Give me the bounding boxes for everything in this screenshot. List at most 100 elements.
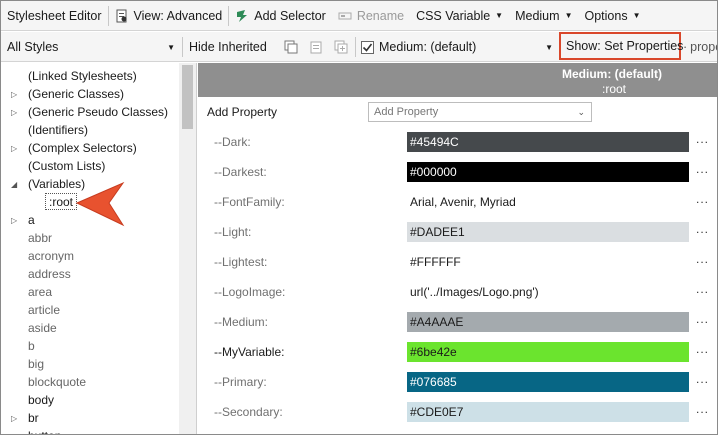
properties-header: Medium: (default) :root xyxy=(198,63,717,97)
property-name: --Dark: xyxy=(214,135,251,149)
hide-inherited-button[interactable]: Hide Inherited xyxy=(189,32,267,62)
options-menu[interactable]: Options ▼ xyxy=(578,1,646,31)
more-options-button[interactable]: ... xyxy=(696,282,709,296)
property-name: --Secondary: xyxy=(214,405,283,419)
tree-item[interactable]: big xyxy=(28,355,44,373)
show-set-properties-button[interactable]: Show: Set Properties xyxy=(559,32,684,60)
caret-down-icon: ▼ xyxy=(564,11,573,20)
filter-toolbar: All Styles ▼ Hide Inherited Medium: (def… xyxy=(1,32,717,62)
tree-item[interactable]: ▷ br xyxy=(11,409,39,427)
tree-item[interactable]: aside xyxy=(28,319,57,337)
expand-icon[interactable]: ▷ xyxy=(11,108,17,117)
property-value[interactable]: #000000 xyxy=(407,162,689,182)
tree-item-label: blockquote xyxy=(28,375,87,389)
tree-item[interactable]: (Identifiers) xyxy=(28,121,88,139)
view-advanced-button[interactable]: View: Advanced xyxy=(109,1,229,31)
more-options-button[interactable]: ... xyxy=(696,192,709,206)
show-set-properties-label: Show: Set Properties xyxy=(566,39,684,53)
add-property-placeholder: Add Property xyxy=(374,106,439,118)
more-options-button[interactable]: ... xyxy=(696,402,709,416)
property-row: --Primary: #076685... xyxy=(198,367,717,397)
property-row: --MyVariable: #6be42e... xyxy=(198,337,717,367)
add-selector-icon xyxy=(235,9,249,23)
property-row: --Lightest: #FFFFFF... xyxy=(198,247,717,277)
stylesheet-editor-window: Stylesheet Editor View: Advanced Add Sel… xyxy=(0,0,718,435)
property-row: --Medium: #A4AAAE... xyxy=(198,307,717,337)
expand-icon[interactable]: ▷ xyxy=(11,216,17,225)
tree-item-label: address xyxy=(28,267,71,281)
tree-item[interactable]: acronym xyxy=(28,247,74,265)
property-value[interactable]: url('../Images/Logo.png') xyxy=(407,282,689,302)
add-selector-label: Add Selector xyxy=(254,8,326,23)
tree-item[interactable]: b xyxy=(28,337,35,355)
tree-item[interactable]: (Custom Lists) xyxy=(28,157,105,175)
property-value[interactable]: #076685 xyxy=(407,372,689,392)
property-value[interactable]: #6be42e xyxy=(407,342,689,362)
tree-item[interactable]: ▷ (Complex Selectors) xyxy=(11,139,137,157)
add-property-row: Add Property Add Property ⌄ xyxy=(198,97,717,125)
property-name: --MyVariable: xyxy=(214,345,285,359)
collapse-icon[interactable]: ◢ xyxy=(11,180,17,189)
selector-tree: (Linked Stylesheets) ▷ (Generic Classes) ▷ (… xyxy=(1,63,197,434)
property-value[interactable]: #DADEE1 xyxy=(407,222,689,242)
expand-icon[interactable]: ▷ xyxy=(11,414,17,423)
header-medium: Medium: (default) xyxy=(562,67,662,81)
tree-item[interactable]: area xyxy=(28,283,52,301)
tree-item[interactable]: body xyxy=(28,391,54,409)
more-options-button[interactable]: ... xyxy=(696,312,709,326)
property-value[interactable]: #FFFFFF xyxy=(407,252,689,272)
tree-item-label: (Generic Classes) xyxy=(28,87,125,101)
expand-icon[interactable]: ▷ xyxy=(11,144,17,153)
caret-down-icon: ▼ xyxy=(632,11,641,20)
add-selector-button[interactable]: Add Selector xyxy=(229,1,332,31)
tree-item[interactable]: ▷ (Generic Pseudo Classes) xyxy=(11,103,168,121)
options-menu-label: Options xyxy=(584,8,628,23)
medium-checkbox[interactable] xyxy=(361,32,374,62)
tree-scrollbar-thumb[interactable] xyxy=(182,65,193,129)
expand-icon[interactable]: ▷ xyxy=(11,90,17,99)
more-options-button[interactable]: ... xyxy=(696,222,709,236)
view-icon xyxy=(115,9,129,23)
tree-item[interactable]: button xyxy=(28,427,61,434)
tree-item[interactable]: address xyxy=(28,265,71,283)
tree-item[interactable]: (Linked Stylesheets) xyxy=(28,67,137,85)
property-value[interactable]: #CDE0E7 xyxy=(407,402,689,422)
property-row: --Secondary: #CDE0E7... xyxy=(198,397,717,427)
more-options-button[interactable]: ... xyxy=(696,252,709,266)
property-value[interactable]: #45494C xyxy=(407,132,689,152)
tree-item[interactable]: :root xyxy=(45,193,78,210)
add-property-label: Add Property xyxy=(207,105,278,119)
toolbar-separator xyxy=(182,37,183,57)
tree-item-label: article xyxy=(28,303,61,317)
property-name: --Medium: xyxy=(214,315,269,329)
tree-item-label: big xyxy=(28,357,45,371)
rename-button[interactable]: Rename xyxy=(332,1,410,31)
paste-icon[interactable] xyxy=(309,32,323,62)
property-name: --Primary: xyxy=(214,375,267,389)
more-options-button[interactable]: ... xyxy=(696,162,709,176)
medium-select[interactable]: Medium: (default) ▼ xyxy=(379,32,555,62)
copy-icon[interactable] xyxy=(284,32,298,62)
tree-item[interactable]: blockquote xyxy=(28,373,86,391)
css-variable-menu[interactable]: CSS Variable ▼ xyxy=(410,1,509,31)
tree-item-label: a xyxy=(28,213,35,227)
tree-item[interactable]: abbr xyxy=(28,229,52,247)
add-copy-icon[interactable] xyxy=(334,32,348,62)
property-value[interactable]: Arial, Avenir, Myriad xyxy=(407,192,689,212)
rename-icon xyxy=(338,9,352,23)
toolbar-separator xyxy=(355,37,356,57)
medium-menu[interactable]: Medium ▼ xyxy=(509,1,578,31)
css-variable-label: CSS Variable xyxy=(416,8,491,23)
property-value[interactable]: #A4AAAE xyxy=(407,312,689,332)
tree-item[interactable]: ▷ a xyxy=(11,211,35,229)
property-row: --Dark: #45494C... xyxy=(198,127,717,157)
more-options-button[interactable]: ... xyxy=(696,372,709,386)
tree-item[interactable]: ▷ (Generic Classes) xyxy=(11,85,125,103)
chevron-down-icon: ⌄ xyxy=(577,107,585,117)
more-options-button[interactable]: ... xyxy=(696,342,709,356)
add-property-select[interactable]: Add Property ⌄ xyxy=(368,102,592,122)
styles-select[interactable]: All Styles ▼ xyxy=(7,32,179,62)
more-options-button[interactable]: ... xyxy=(696,132,709,146)
tree-item-label: abbr xyxy=(28,231,53,245)
tree-item[interactable]: article xyxy=(28,301,60,319)
